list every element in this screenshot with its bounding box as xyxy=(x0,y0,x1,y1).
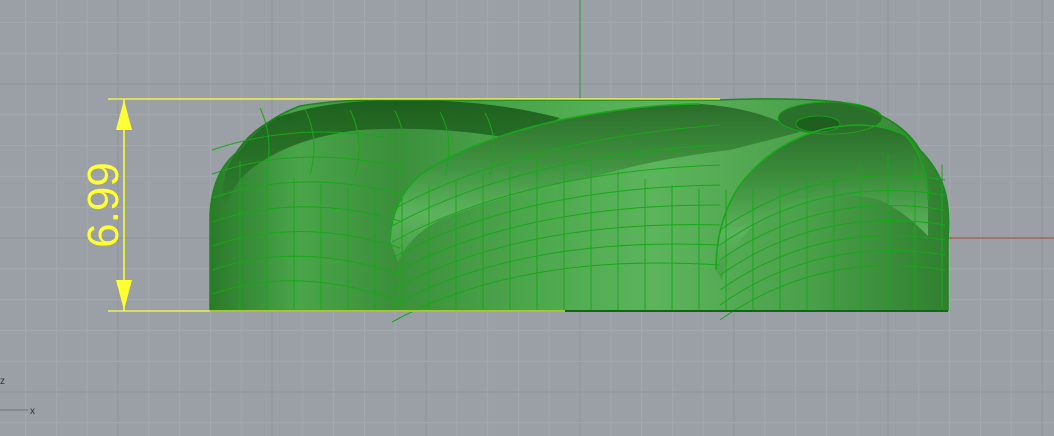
twisted-torus-model[interactable] xyxy=(209,98,950,323)
gizmo-x-label: x xyxy=(30,406,35,417)
gizmo-z-label: z xyxy=(0,376,5,387)
viewport-canvas[interactable]: 6.99 z x xyxy=(0,0,1054,436)
axis-gizmo: z x xyxy=(0,376,35,417)
front-viewport[interactable]: 6.99 z x xyxy=(0,0,1054,436)
model-ring-inner xyxy=(795,115,841,133)
dimension-value-text[interactable]: 6.99 xyxy=(79,162,128,248)
